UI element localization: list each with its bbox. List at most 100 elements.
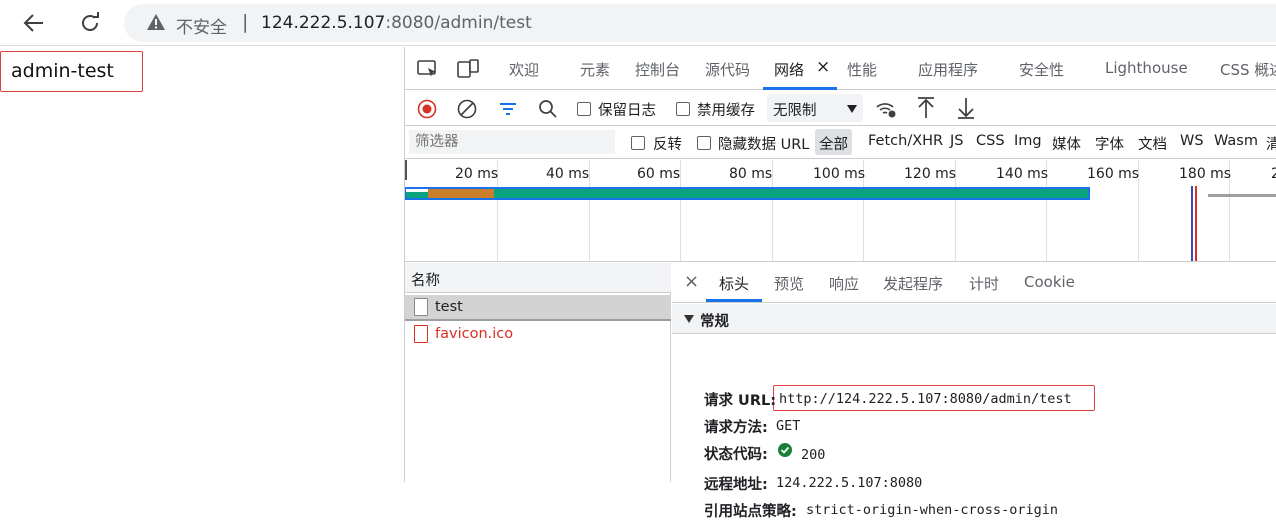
download-icon[interactable] — [956, 97, 976, 123]
tick-label: 2 — [1271, 166, 1276, 182]
invert-checkbox[interactable] — [631, 136, 645, 150]
request-name: favicon.ico — [435, 326, 514, 342]
request-row-test[interactable]: test — [405, 295, 671, 321]
request-row-favicon[interactable]: favicon.ico — [405, 322, 671, 348]
request-bar-content — [406, 189, 1088, 198]
filter-type-ws[interactable]: WS — [1180, 133, 1204, 149]
document-icon — [414, 298, 428, 316]
close-icon[interactable]: × — [684, 271, 699, 292]
preserve-log-checkbox[interactable] — [577, 102, 591, 116]
tab-cookies[interactable]: Cookie — [1024, 273, 1075, 291]
document-icon — [414, 325, 428, 343]
invert-label: 反转 — [653, 137, 682, 153]
tab-preview[interactable]: 预览 — [774, 273, 804, 294]
network-overview-timeline[interactable]: 20 ms 40 ms 60 ms 80 ms 100 ms 120 ms 14… — [405, 160, 1276, 262]
referrer-policy-key: 引用站点策略: — [704, 504, 797, 520]
tab-network[interactable]: 网络 — [774, 59, 804, 80]
tick-label: 180 ms — [1179, 166, 1232, 182]
filter-type-doc[interactable]: 文档 — [1138, 133, 1167, 154]
tick-label: 20 ms — [455, 166, 499, 182]
network-toolbar: 保留日志 禁用缓存 无限制 — [405, 91, 1276, 126]
remote-address-value[interactable]: 124.222.5.107:8080 — [776, 475, 922, 491]
url-path: :8080/admin/test — [385, 13, 532, 33]
filter-input[interactable] — [409, 130, 615, 154]
request-detail-panel: × 标头 预览 响应 发起程序 计时 Cookie 常规 请求 URL: htt… — [672, 263, 1276, 520]
tick-label: 120 ms — [904, 166, 957, 182]
general-section-header[interactable]: 常规 — [672, 304, 1276, 334]
chevron-down-icon — [847, 105, 857, 113]
request-url-value[interactable]: http://124.222.5.107:8080/admin/test — [779, 391, 1072, 407]
referrer-policy-value[interactable]: strict-origin-when-cross-origin — [806, 502, 1058, 518]
not-secure-label[interactable]: 不安全 — [176, 13, 227, 38]
tab-initiator[interactable]: 发起程序 — [883, 273, 943, 294]
tab-response[interactable]: 响应 — [829, 273, 859, 294]
filter-bar: 反转 隐藏数据 URL 全部 Fetch/XHR JS CSS Img 媒体 字… — [405, 127, 1276, 159]
filter-type-media[interactable]: 媒体 — [1052, 133, 1081, 154]
tab-console[interactable]: 控制台 — [635, 59, 680, 80]
timeline-start-marker — [405, 160, 407, 180]
tab-application[interactable]: 应用程序 — [918, 59, 978, 80]
name-column-header[interactable]: 名称 — [405, 263, 671, 293]
status-code-key: 状态代码: — [704, 447, 768, 463]
record-button-icon[interactable] — [417, 99, 437, 123]
throttle-value: 无限制 — [773, 103, 817, 119]
request-list: 名称 test favicon.ico — [405, 263, 671, 482]
tab-sources[interactable]: 源代码 — [705, 59, 750, 80]
request-bar-waiting — [428, 189, 494, 198]
url-host: 124.222.5.107 — [261, 13, 386, 33]
tab-css-overview[interactable]: CSS 概述 — [1220, 59, 1276, 80]
filter-type-css[interactable]: CSS — [976, 133, 1005, 149]
hide-data-url-checkbox[interactable] — [697, 136, 711, 150]
tick-label: 160 ms — [1087, 166, 1140, 182]
tick-label: 100 ms — [813, 166, 866, 182]
tick-label: 80 ms — [729, 166, 773, 182]
detail-tab-bar: × 标头 预览 响应 发起程序 计时 Cookie — [672, 263, 1276, 303]
tab-performance[interactable]: 性能 — [847, 59, 877, 80]
warning-icon[interactable] — [146, 13, 166, 35]
throttle-select[interactable]: 无限制 — [767, 94, 863, 122]
filter-icon[interactable] — [499, 100, 517, 122]
tab-network-close-icon[interactable]: × — [816, 57, 830, 77]
active-detail-tab-indicator — [706, 299, 762, 302]
reload-icon — [82, 12, 99, 31]
tab-lighthouse[interactable]: Lighthouse — [1105, 59, 1188, 77]
load-event-marker — [1195, 186, 1197, 261]
filter-type-all[interactable]: 全部 — [815, 129, 852, 155]
back-button[interactable] — [18, 7, 50, 39]
tab-elements[interactable]: 元素 — [580, 59, 610, 80]
request-bar-queue — [406, 189, 428, 192]
tab-security[interactable]: 安全性 — [1019, 59, 1064, 80]
status-code-value[interactable]: 200 — [801, 447, 825, 463]
request-method-key: 请求方法: — [704, 420, 768, 436]
upload-icon[interactable] — [916, 97, 936, 123]
check-circle-icon — [778, 442, 792, 461]
search-icon[interactable] — [538, 99, 558, 123]
disable-cache-label: 禁用缓存 — [697, 103, 755, 119]
filter-type-font[interactable]: 字体 — [1095, 133, 1124, 154]
disable-cache-checkbox[interactable] — [676, 102, 690, 116]
tab-welcome[interactable]: 欢迎 — [509, 59, 539, 80]
clear-icon[interactable] — [457, 99, 477, 123]
tab-timing[interactable]: 计时 — [969, 273, 999, 294]
devtools-panel: 欢迎 元素 控制台 源代码 网络 × 性能 应用程序 安全性 Lighthous… — [404, 47, 1276, 520]
filter-type-fetch-xhr[interactable]: Fetch/XHR — [868, 133, 943, 149]
filter-type-js[interactable]: JS — [950, 133, 963, 149]
address-bar[interactable]: 不安全 | 124.222.5.107:8080/admin/test — [124, 4, 1276, 42]
page-heading: admin-test — [0, 51, 143, 92]
filter-type-img[interactable]: Img — [1014, 133, 1042, 149]
filter-type-wasm[interactable]: Wasm — [1214, 133, 1258, 149]
tick-label: 40 ms — [546, 166, 590, 182]
tab-headers[interactable]: 标头 — [719, 273, 749, 294]
url-text[interactable]: 124.222.5.107:8080/admin/test — [261, 13, 532, 33]
triangle-down-icon[interactable] — [684, 315, 694, 323]
filter-type-clear[interactable]: 清 — [1266, 133, 1276, 154]
inspect-element-icon[interactable] — [417, 59, 439, 83]
device-toolbar-icon[interactable] — [457, 59, 479, 83]
request-method-value[interactable]: GET — [776, 418, 800, 434]
arrow-left-icon — [23, 14, 43, 32]
network-conditions-icon[interactable] — [875, 99, 897, 123]
tick-label: 140 ms — [996, 166, 1049, 182]
remote-address-key: 远程地址: — [704, 477, 768, 493]
reload-button[interactable] — [74, 7, 106, 39]
request-url-key: 请求 URL: — [704, 393, 777, 409]
